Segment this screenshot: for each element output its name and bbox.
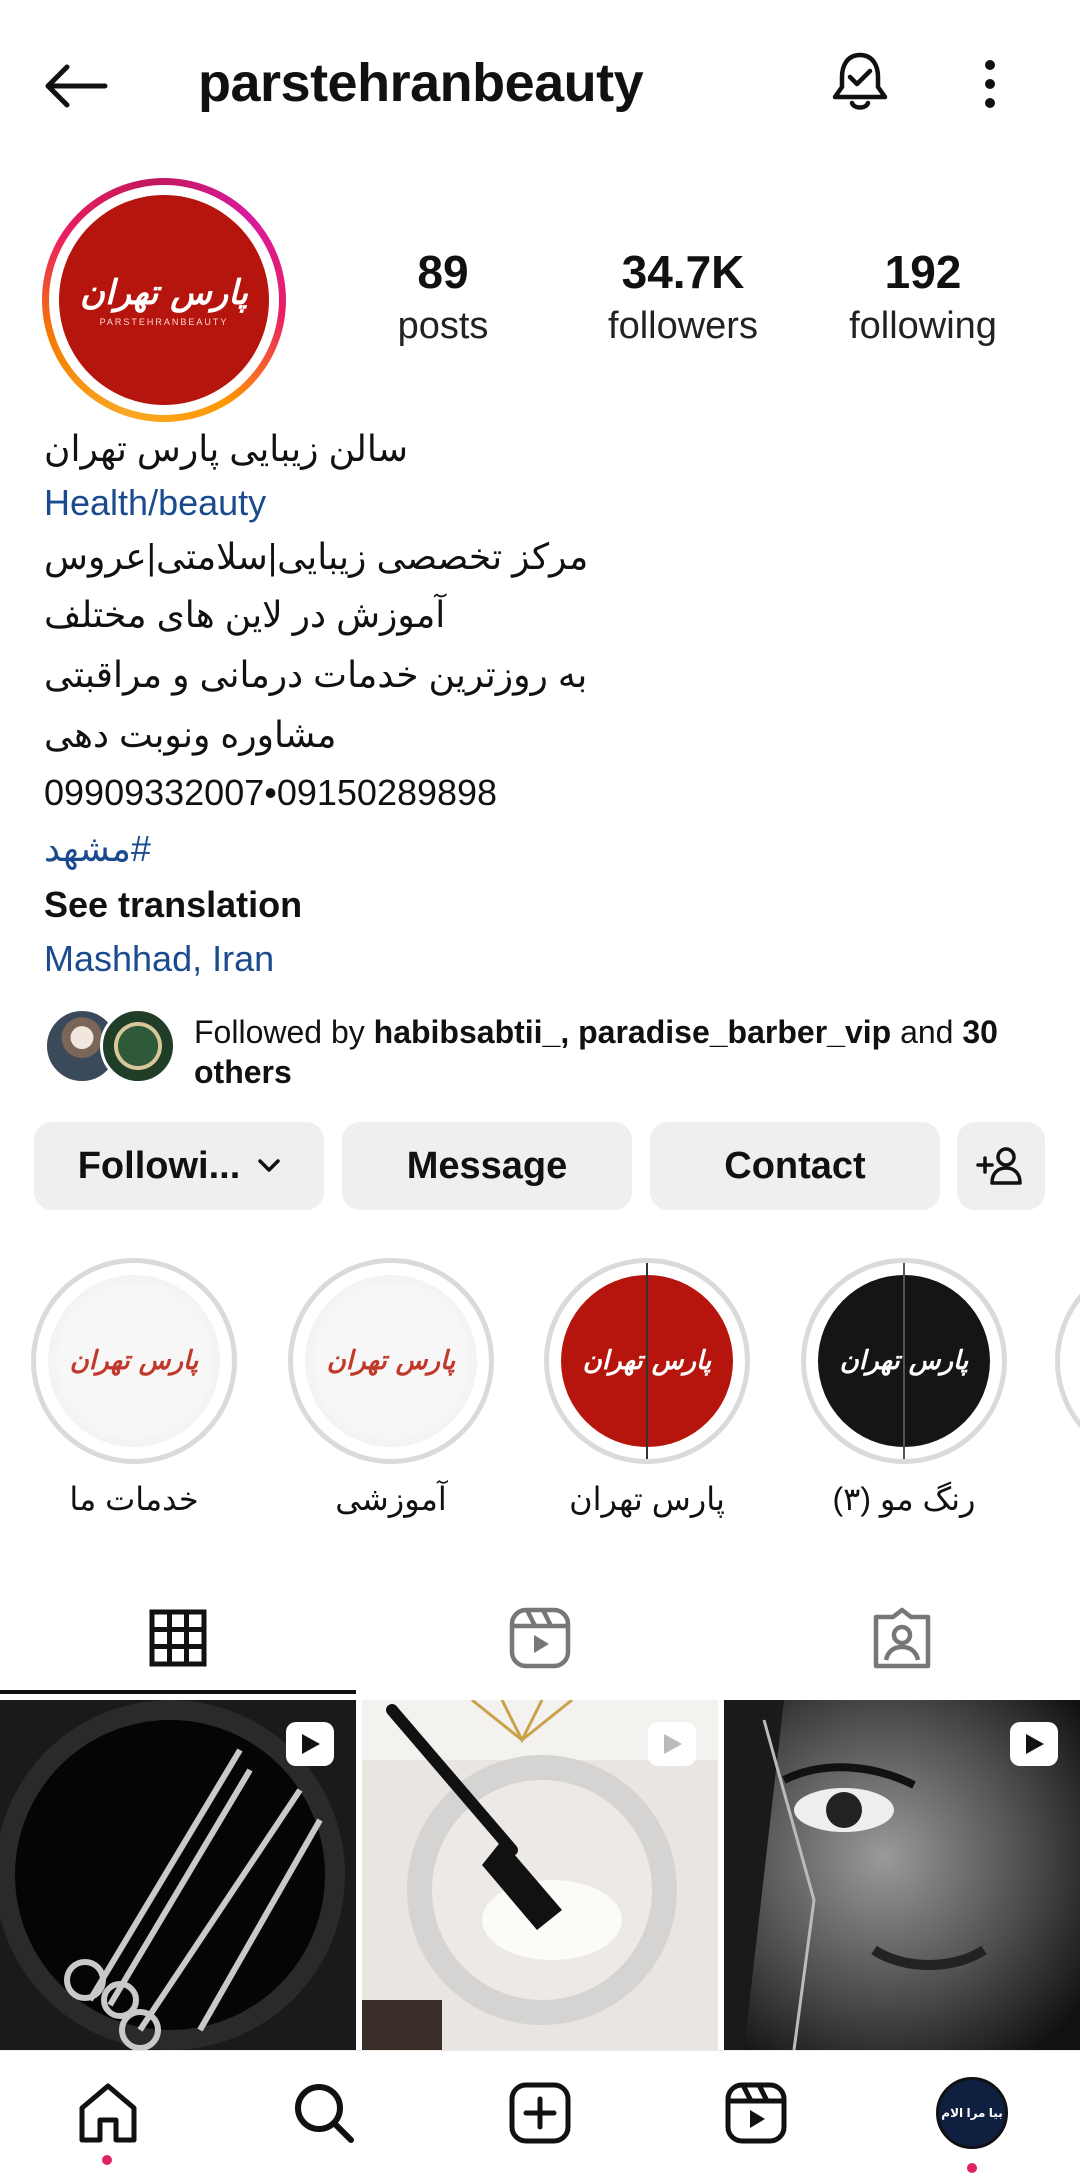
active-tab-indicator — [0, 1690, 356, 1694]
post-thumbnail[interactable] — [362, 1700, 718, 2050]
tab-reels[interactable] — [362, 1582, 718, 1694]
followed-by[interactable]: Followed by habibsabtii_, paradise_barbe… — [44, 1008, 1044, 1090]
story-highlight[interactable]: پارس تهران رنگ مو (۳) — [801, 1258, 1007, 1518]
followed-by-users: habibsabtii_, paradise_barber_vip — [373, 1014, 892, 1050]
post-thumbnail[interactable] — [0, 1700, 356, 2050]
story-highlight[interactable]: پارس تهران پارس تهران — [544, 1258, 750, 1518]
message-button[interactable]: Message — [342, 1122, 632, 1210]
posts-count[interactable]: 89 posts — [343, 245, 543, 348]
brand-logo: پارس تهران PARSTEHRANBEAUTY — [59, 195, 269, 405]
location-link[interactable]: Mashhad, Iran — [44, 938, 274, 980]
bio-line: مشاوره ونوبت دهی — [44, 714, 337, 755]
following-count[interactable]: 192 following — [823, 245, 1023, 348]
nav-create[interactable] — [432, 2051, 648, 2173]
tagged-icon — [873, 1607, 931, 1669]
highlight-label: آموزشی — [335, 1481, 447, 1517]
story-highlight[interactable]: پارس تهران خدمات ما — [31, 1258, 237, 1518]
suggested-people-button[interactable] — [957, 1122, 1045, 1210]
bottom-navigation: بیا مرا الام — [0, 2050, 1080, 2173]
bio-line: به روزترین خدمات درمانی و مراقبتی — [44, 654, 588, 695]
bio-line: آموزش در لاین های مختلف — [44, 594, 446, 635]
nav-home[interactable] — [0, 2051, 216, 2173]
highlight-label: خدمات ما — [69, 1481, 199, 1517]
back-button[interactable] — [40, 50, 112, 122]
create-icon — [509, 2082, 571, 2143]
highlight-cover: پارس تهران — [48, 1275, 220, 1447]
see-translation-link[interactable]: See translation — [44, 884, 302, 926]
highlight-cover: پارس تهران — [305, 1275, 477, 1447]
reels-icon — [509, 1607, 571, 1669]
nav-reels[interactable] — [648, 2051, 864, 2173]
post-thumbnail[interactable] — [724, 1700, 1080, 2050]
hair-dye-photo — [362, 1700, 718, 2050]
tab-grid[interactable] — [0, 1582, 356, 1694]
follower-avatar — [100, 1008, 176, 1084]
grid-icon — [149, 1609, 207, 1667]
notifications-button[interactable] — [824, 44, 896, 120]
home-icon — [79, 2083, 137, 2142]
vertical-dots-icon — [985, 60, 995, 108]
highlight-cover: پارس تهران — [561, 1263, 733, 1459]
top-bar: parstehranbeauty — [0, 0, 1080, 165]
tab-tagged[interactable] — [724, 1582, 1080, 1694]
logo-text: پارس تهران — [80, 273, 248, 313]
portrait-photo — [724, 1700, 1080, 2050]
nav-search[interactable] — [216, 2051, 432, 2173]
chevron-down-icon — [258, 1159, 281, 1172]
story-highlight[interactable]: پارس تهران آموزشی — [288, 1258, 494, 1518]
contact-button[interactable]: Contact — [650, 1122, 940, 1210]
reels-icon — [725, 2082, 787, 2143]
nav-profile[interactable]: بیا مرا الام — [864, 2051, 1080, 2173]
profile-avatar[interactable]: پارس تهران PARSTEHRANBEAUTY — [42, 178, 286, 422]
profile-tabs — [0, 1582, 1080, 1694]
highlight-cover: پارس تهران — [818, 1263, 990, 1459]
profile-avatar: بیا مرا الام — [936, 2076, 1008, 2149]
highlight-label: پارس تهران — [569, 1481, 725, 1517]
story-highlight-partial[interactable] — [1055, 1258, 1080, 1464]
highlight-label: رنگ مو (۳) — [832, 1481, 976, 1517]
notification-dot — [102, 2155, 112, 2165]
scissors-photo — [0, 1700, 356, 2050]
notification-dot — [967, 2163, 977, 2173]
bell-check-icon — [832, 52, 888, 110]
more-options-button[interactable] — [960, 48, 1020, 120]
profile-username: parstehranbeauty — [198, 53, 644, 113]
profile-category[interactable]: Health/beauty — [44, 482, 266, 524]
profile-display-name: سالن زیبایی پارس تهران — [44, 428, 409, 469]
bio-phone-numbers: 09909332007•09150289898 — [44, 772, 498, 813]
add-person-icon — [976, 1147, 1022, 1185]
arrow-left-icon — [45, 64, 108, 108]
following-button[interactable]: Followi... — [34, 1122, 324, 1210]
followers-count[interactable]: 34.7K followers — [583, 245, 783, 348]
search-icon — [295, 2083, 354, 2143]
hashtag-link[interactable]: #مشهد — [44, 828, 151, 870]
logo-subtext: PARSTEHRANBEAUTY — [99, 317, 229, 327]
bio-line: مرکز تخصصی زیبایی|سلامتی|عروس — [44, 536, 589, 577]
